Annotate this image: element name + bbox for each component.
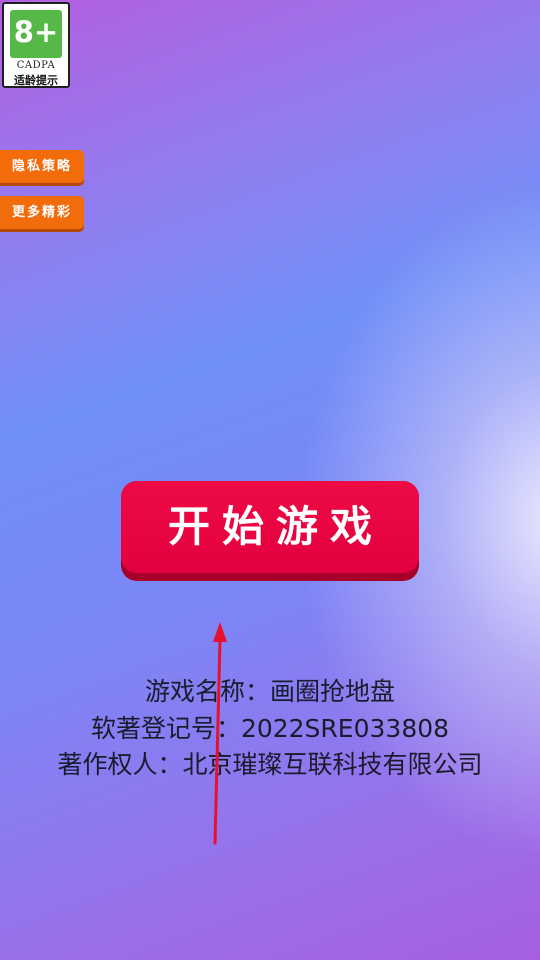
game-name-text: 游戏名称：画圈抢地盘 [144,677,395,706]
start-game-button[interactable]: 开始游戏 [121,481,419,581]
age-tip-label: 适龄提示 [14,74,58,87]
registration-number-text: 软著登记号：2022SRE033808 [90,714,450,743]
rating-org-label: CADPA [16,60,56,71]
start-game-label: 开始游戏 [121,481,419,573]
age-rating-badge: 8+ CADPA 适龄提示 [2,2,70,88]
more-games-button[interactable]: 更多精彩 [0,196,84,229]
privacy-policy-button[interactable]: 隐私策略 [0,150,84,183]
copyright-owner-text: 著作权人：北京璀璨互联科技有限公司 [57,750,483,779]
background [0,0,540,960]
age-rating-value: 8+ [10,10,62,58]
